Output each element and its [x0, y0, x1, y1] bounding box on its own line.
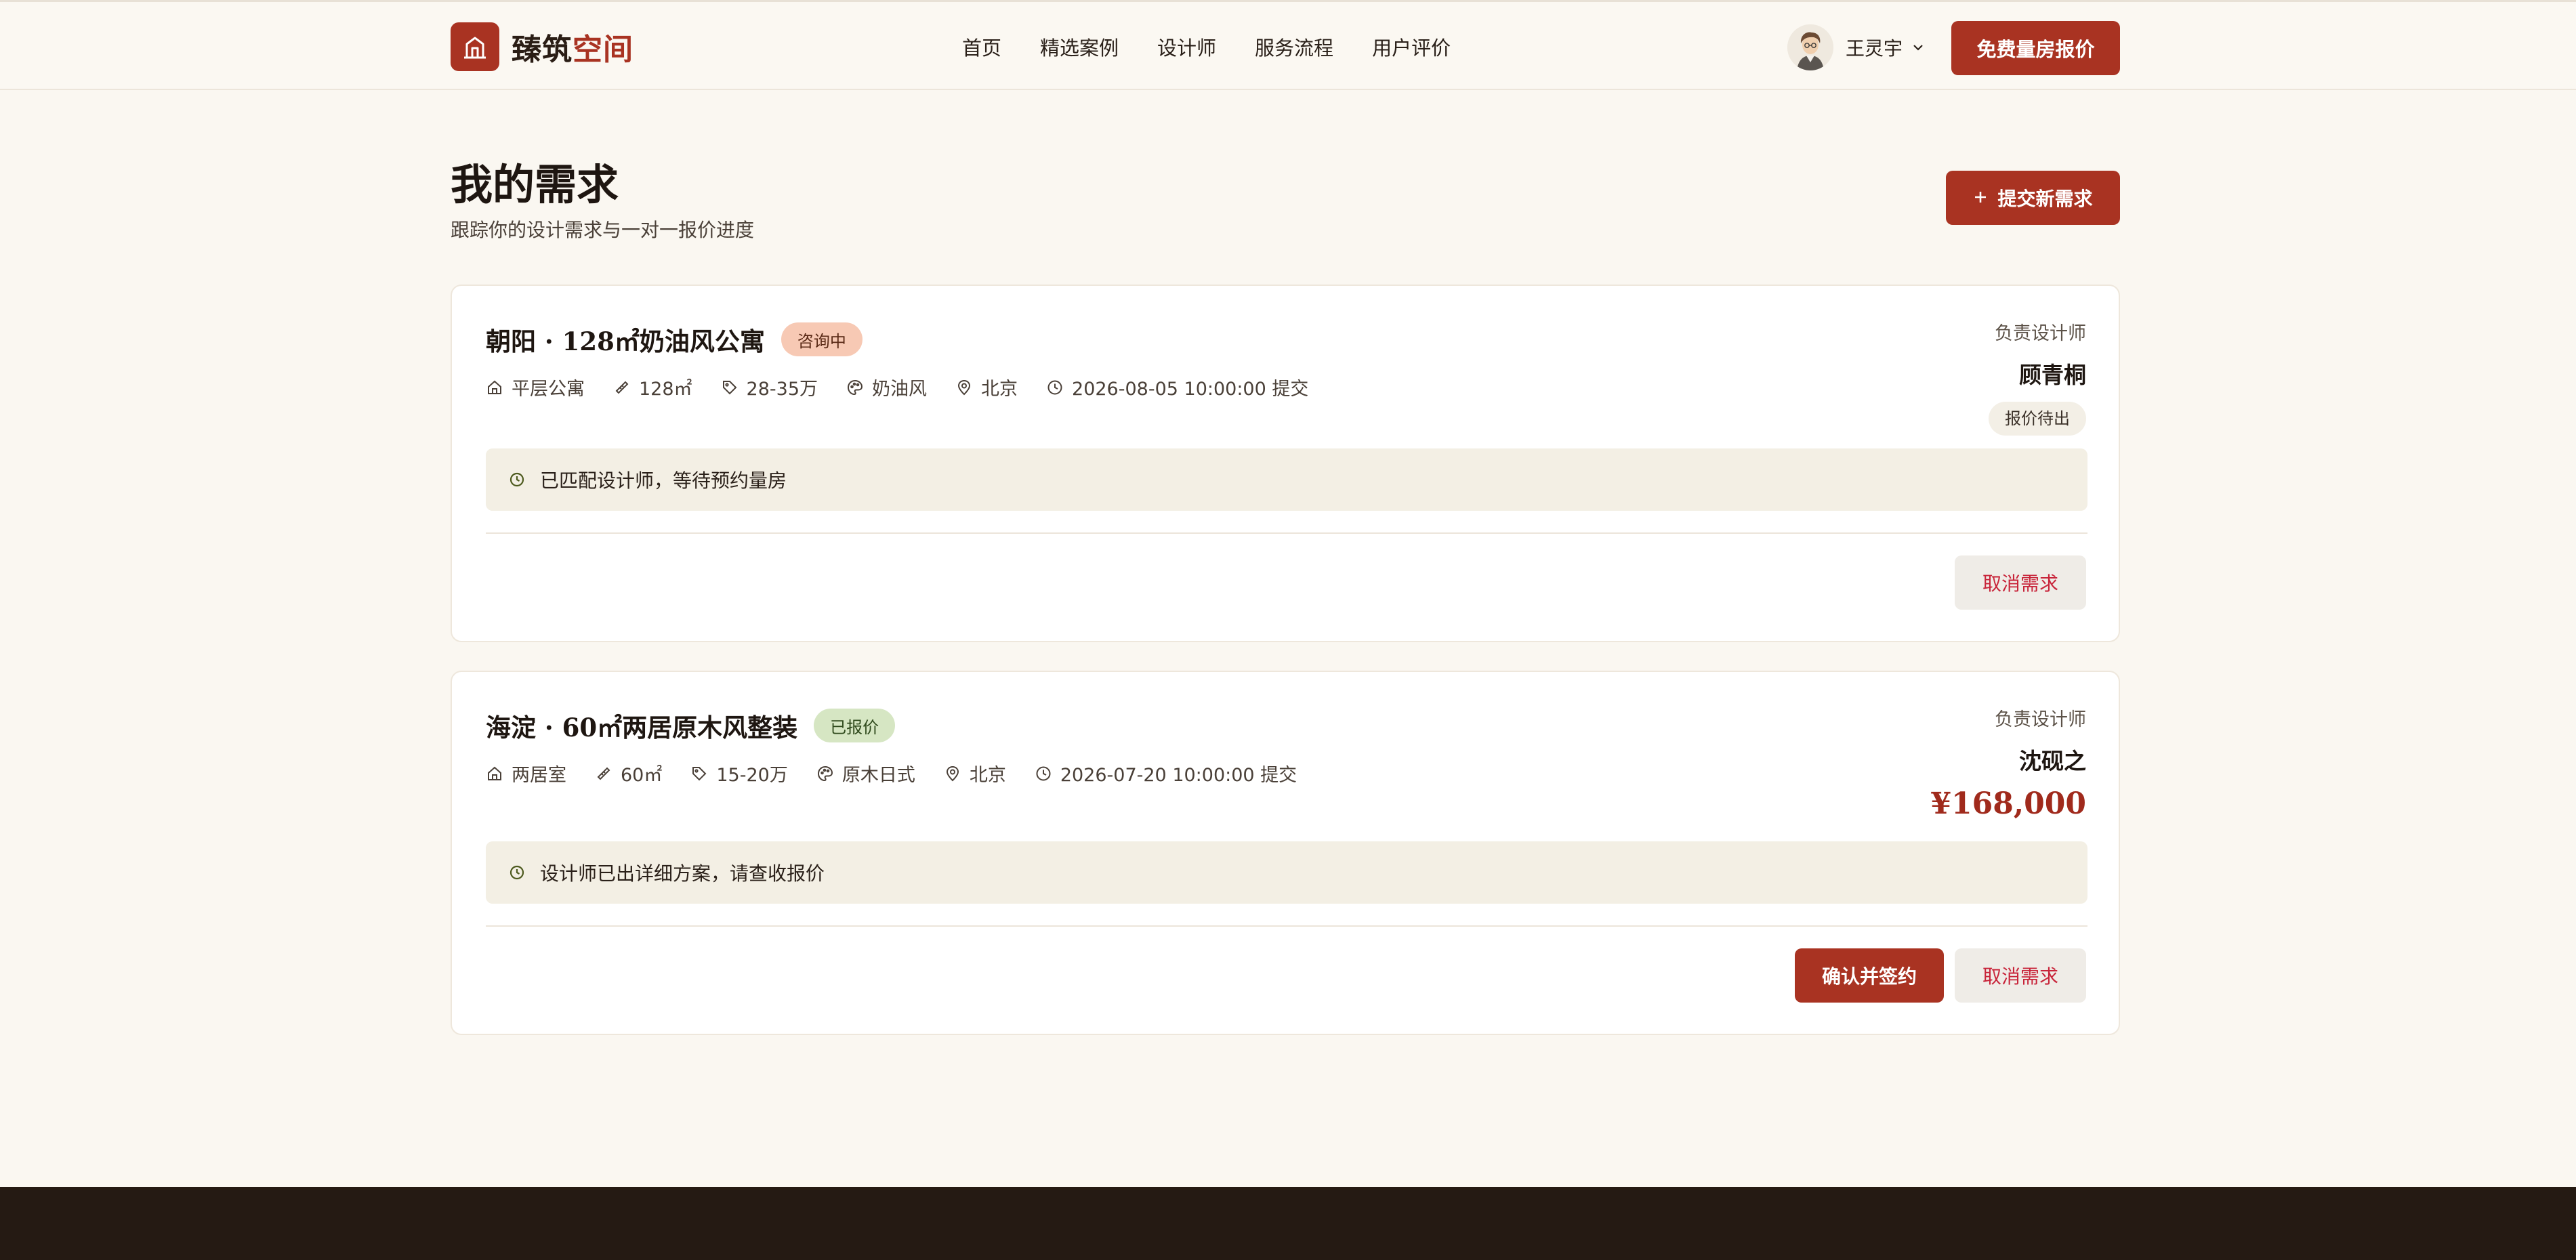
- clock-icon: [510, 865, 524, 880]
- nav-reviews[interactable]: 用户评价: [1372, 33, 1451, 63]
- location-pin-icon: [958, 379, 971, 395]
- designer-info: 负责设计师 沈砚之 ¥168,000: [1930, 705, 2086, 821]
- meta-budget: 15-20万: [690, 760, 788, 786]
- designer-label: 负责设计师: [1995, 709, 2086, 730]
- request-card: 朝阳 · 128㎡奶油风公寓 咨询中 平层公寓 128㎡ 28-35万 奶油风 …: [451, 285, 2120, 642]
- clock-icon: [1036, 766, 1051, 780]
- divider: [486, 532, 2087, 534]
- cancel-request-button[interactable]: 取消需求: [1955, 948, 2086, 1003]
- avatar: [1787, 24, 1833, 70]
- page-title: 我的需求: [451, 160, 619, 209]
- brand-logo[interactable]: 臻筑空间: [451, 22, 633, 72]
- nav-home[interactable]: 首页: [962, 33, 1001, 63]
- meta-budget: 28-35万: [721, 374, 818, 400]
- quote-status-badge: 报价待出: [1989, 402, 2086, 436]
- palette-icon: [848, 379, 863, 395]
- user-name: 王灵宇: [1846, 37, 1903, 60]
- status-badge: 咨询中: [781, 322, 863, 356]
- palette-icon: [817, 765, 833, 781]
- page-subtitle: 跟踪你的设计需求与一对一报价进度: [451, 219, 755, 241]
- free-quote-button[interactable]: 免费量房报价: [1951, 21, 2120, 75]
- meta-area: 128㎡: [613, 374, 692, 400]
- location-pin-icon: [946, 765, 959, 781]
- card-actions: 取消需求: [1955, 555, 2086, 610]
- nav-cases[interactable]: 精选案例: [1040, 33, 1119, 63]
- progress-notice: 设计师已出详细方案，请查收报价: [486, 841, 2087, 904]
- user-menu[interactable]: 王灵宇: [1787, 21, 1924, 74]
- progress-notice: 已匹配设计师，等待预约量房: [486, 448, 2087, 511]
- designer-info: 负责设计师 顾青桐 报价待出: [1989, 318, 2086, 436]
- nav-designers[interactable]: 设计师: [1157, 33, 1216, 63]
- request-card: 海淀 · 60㎡两居原木风整装 已报价 两居室 60㎡ 15-20万 原木日式 …: [451, 671, 2120, 1035]
- chevron-down-icon: [1912, 41, 1924, 54]
- designer-label: 负责设计师: [1995, 323, 2086, 344]
- divider: [486, 925, 2087, 927]
- submit-new-request-button[interactable]: 提交新需求: [1946, 171, 2120, 225]
- ruler-icon: [615, 381, 629, 394]
- request-meta: 平层公寓 128㎡ 28-35万 奶油风 北京 2026-08-05 10:00…: [486, 374, 1337, 400]
- home-icon: [488, 766, 501, 780]
- home-icon: [488, 380, 501, 394]
- meta-submitted-time: 2026-08-05 10:00:00 提交: [1046, 374, 1308, 400]
- request-title[interactable]: 海淀 · 60㎡两居原木风整装: [486, 707, 797, 744]
- page-footer: [0, 1187, 2576, 1260]
- brand-name: 臻筑空间: [512, 33, 633, 67]
- ruler-icon: [597, 767, 610, 780]
- meta-area: 60㎡: [595, 760, 662, 786]
- house-logo-icon: [451, 22, 499, 71]
- meta-house-type: 两居室: [486, 760, 566, 786]
- clock-icon: [1047, 380, 1062, 394]
- meta-submitted-time: 2026-07-20 10:00:00 提交: [1035, 760, 1297, 786]
- status-badge: 已报价: [814, 709, 896, 742]
- clock-icon: [510, 472, 524, 487]
- designer-name: 顾青桐: [2019, 362, 2086, 388]
- request-title-row: 海淀 · 60㎡两居原木风整装 已报价: [486, 707, 896, 744]
- request-title[interactable]: 朝阳 · 128㎡奶油风公寓: [486, 321, 765, 358]
- tag-icon: [692, 766, 707, 780]
- main-nav: 首页 精选案例 设计师 服务流程 用户评价: [962, 33, 1451, 63]
- meta-city: 北京: [944, 760, 1006, 786]
- quote-price: ¥168,000: [1930, 786, 2086, 821]
- top-navbar: 臻筑空间 首页 精选案例 设计师 服务流程 用户评价 王灵宇 免费量房报价: [0, 0, 2576, 90]
- meta-style: 原木日式: [816, 760, 915, 786]
- cancel-request-button[interactable]: 取消需求: [1955, 555, 2086, 610]
- nav-process[interactable]: 服务流程: [1255, 33, 1333, 63]
- confirm-sign-button[interactable]: 确认并签约: [1795, 948, 1944, 1003]
- meta-style: 奶油风: [846, 374, 927, 400]
- card-actions: 确认并签约 取消需求: [1795, 948, 2086, 1003]
- plus-icon: [1973, 187, 1988, 209]
- request-title-row: 朝阳 · 128㎡奶油风公寓 咨询中: [486, 321, 863, 358]
- request-meta: 两居室 60㎡ 15-20万 原木日式 北京 2026-07-20 10:00:…: [486, 760, 1325, 786]
- tag-icon: [722, 380, 736, 394]
- designer-name: 沈砚之: [2019, 748, 2086, 774]
- meta-house-type: 平层公寓: [486, 374, 585, 400]
- meta-city: 北京: [955, 374, 1018, 400]
